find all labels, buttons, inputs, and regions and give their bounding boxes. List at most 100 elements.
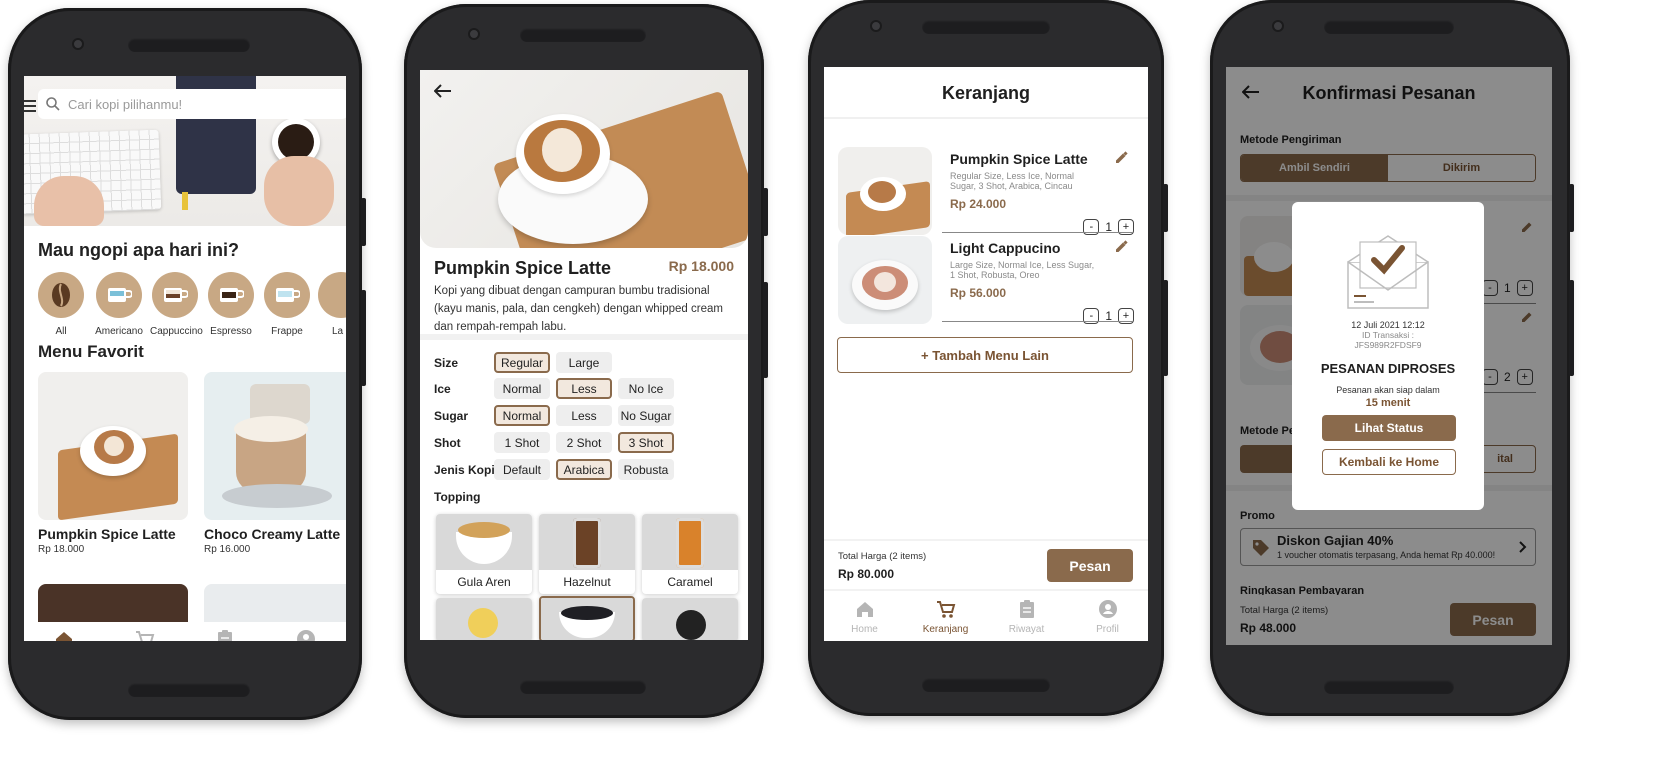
side-button — [763, 188, 768, 236]
bookmark-illustration — [182, 192, 188, 210]
option-shot-2[interactable]: 2 Shot — [556, 432, 612, 453]
total-label: Total Harga (2 items) — [838, 551, 927, 562]
item-price: Rp 56.000 — [950, 286, 1007, 300]
category-espresso[interactable]: Espresso — [206, 272, 256, 337]
favorite-card[interactable]: Pumpkin Spice Latte Rp 18.000 — [38, 372, 188, 555]
search-input[interactable]: Cari kopi pilihanmu! — [38, 89, 346, 119]
order-button[interactable]: Pesan — [1047, 549, 1133, 582]
nav-home[interactable]: Home — [29, 628, 99, 641]
side-button — [1163, 280, 1168, 376]
option-ice-less[interactable]: Less — [556, 378, 612, 399]
option-shot-1[interactable]: 1 Shot — [494, 432, 550, 453]
item-options: Large Size, Normal Ice, Less Sugar, 1 Sh… — [950, 260, 1095, 280]
favorites-heading: Menu Favorit — [38, 342, 144, 361]
confirm-screen: Konfirmasi Pesanan Metode Pengiriman Amb… — [1226, 67, 1552, 645]
option-coffee-robusta[interactable]: Robusta — [618, 459, 674, 480]
product-description: Kopi yang dibuat dengan campuran bumbu t… — [434, 285, 723, 333]
frappe-cup-icon — [276, 288, 300, 302]
product-hero-image — [420, 70, 748, 248]
item-divider — [942, 232, 1134, 233]
greeting-heading: Mau ngopi apa hari ini? — [38, 240, 240, 260]
back-home-button[interactable]: Kembali ke Home — [1322, 449, 1456, 475]
option-sugar-less[interactable]: Less — [556, 405, 612, 426]
category-latte[interactable]: La — [318, 272, 346, 337]
home-screen: Cari kopi pilihanmu! Mau ngopi apa hari … — [24, 76, 346, 641]
option-sugar-none[interactable]: No Sugar — [618, 405, 674, 426]
profile-icon — [296, 629, 315, 641]
earpiece-speaker — [520, 28, 646, 42]
product-image — [204, 372, 346, 520]
nav-history[interactable]: Riwayat — [190, 628, 260, 641]
option-shot-3[interactable]: 3 Shot — [618, 432, 674, 453]
category-label: Frappe — [271, 326, 303, 337]
edit-icon[interactable] — [1114, 151, 1128, 165]
add-menu-button[interactable]: + Tambah Menu Lain — [837, 337, 1133, 373]
option-ice-none[interactable]: No Ice — [618, 378, 674, 399]
hand-illustration — [34, 176, 104, 226]
option-size-regular[interactable]: Regular — [494, 352, 550, 373]
topping-card-selected[interactable] — [539, 596, 635, 640]
topping-image — [436, 514, 532, 570]
espresso-cup-icon — [220, 288, 244, 302]
topping-card[interactable] — [436, 598, 532, 640]
category-all[interactable]: All — [36, 272, 86, 337]
nav-history[interactable]: Riwayat — [992, 598, 1062, 635]
topping-card[interactable]: Gula Aren — [436, 514, 532, 594]
option-coffee-default[interactable]: Default — [494, 459, 550, 480]
coffee-illustration — [278, 124, 314, 160]
phone-frame-home: Cari kopi pilihanmu! Mau ngopi apa hari … — [8, 8, 366, 720]
category-cappuccino[interactable]: Cappuccino — [150, 272, 203, 337]
page-title: Keranjang — [941, 83, 1031, 103]
nav-profile[interactable]: Profil — [1073, 598, 1143, 635]
menu-icon[interactable] — [24, 100, 36, 112]
product-price: Rp 16.000 — [204, 544, 251, 555]
transaction-label: ID Transaksi : — [1362, 330, 1414, 340]
cart-screen: Keranjang Pumpkin Spice Latte Regular Si… — [824, 67, 1148, 641]
topping-label: Caramel — [667, 575, 713, 589]
envelope-check-icon — [1347, 235, 1429, 309]
option-label-coffee-type: Jenis Kopi — [434, 463, 495, 477]
topping-label: Gula Aren — [457, 575, 511, 589]
topping-heading: Topping — [434, 490, 481, 504]
topping-label: Hazelnut — [563, 575, 611, 589]
transaction-id: JFS989R2FDSF9 — [1354, 340, 1422, 350]
view-status-button[interactable]: Lihat Status — [1322, 415, 1456, 441]
topping-image — [541, 598, 633, 640]
option-coffee-arabica[interactable]: Arabica — [556, 459, 612, 480]
home-icon — [56, 631, 73, 641]
item-divider — [942, 321, 1134, 322]
header-divider — [824, 117, 1148, 119]
hand-illustration — [264, 156, 334, 226]
earpiece-speaker — [128, 38, 250, 52]
phone-frame-detail: Pumpkin Spice Latte Rp 18.000 Kopi yang … — [404, 4, 768, 718]
edit-icon[interactable] — [1114, 240, 1128, 254]
topping-image — [436, 598, 532, 640]
side-button — [1569, 280, 1574, 376]
front-camera — [468, 28, 480, 40]
cart-item[interactable]: Light Cappucino Large Size, Normal Ice, … — [838, 236, 1134, 324]
phone-frame-confirm: Konfirmasi Pesanan Metode Pengiriman Amb… — [1210, 0, 1574, 716]
favorite-card[interactable]: Choco Creamy Latte Rp 16.000 — [204, 372, 346, 555]
category-label: Espresso — [210, 326, 252, 337]
item-options: Regular Size, Less Ice, Normal Sugar, 3 … — [950, 171, 1075, 191]
option-size-large[interactable]: Large — [556, 352, 612, 373]
order-status: PESANAN DIPROSES — [1320, 361, 1456, 376]
category-frappe[interactable]: Frappe — [262, 272, 312, 337]
back-arrow-icon[interactable] — [434, 84, 452, 98]
option-ice-normal[interactable]: Normal — [494, 378, 550, 399]
product-name: Choco Creamy Latte — [204, 526, 341, 542]
side-button — [1163, 184, 1168, 232]
topping-card[interactable]: Caramel — [642, 514, 738, 594]
cart-item[interactable]: Pumpkin Spice Latte Regular Size, Less I… — [838, 147, 1134, 235]
topping-card[interactable] — [642, 598, 738, 640]
nav-cart[interactable]: Keranjang — [110, 628, 180, 641]
topping-image — [642, 598, 738, 640]
topping-card[interactable]: Hazelnut — [539, 514, 635, 594]
nav-cart[interactable]: Keranjang — [911, 598, 981, 635]
category-americano[interactable]: Americano — [94, 272, 144, 337]
nav-profile[interactable]: Profil — [271, 628, 341, 641]
nav-home[interactable]: Home — [830, 598, 900, 635]
nav-label: Riwayat — [1008, 623, 1045, 635]
option-sugar-normal[interactable]: Normal — [494, 405, 550, 426]
cart-icon — [936, 600, 955, 618]
